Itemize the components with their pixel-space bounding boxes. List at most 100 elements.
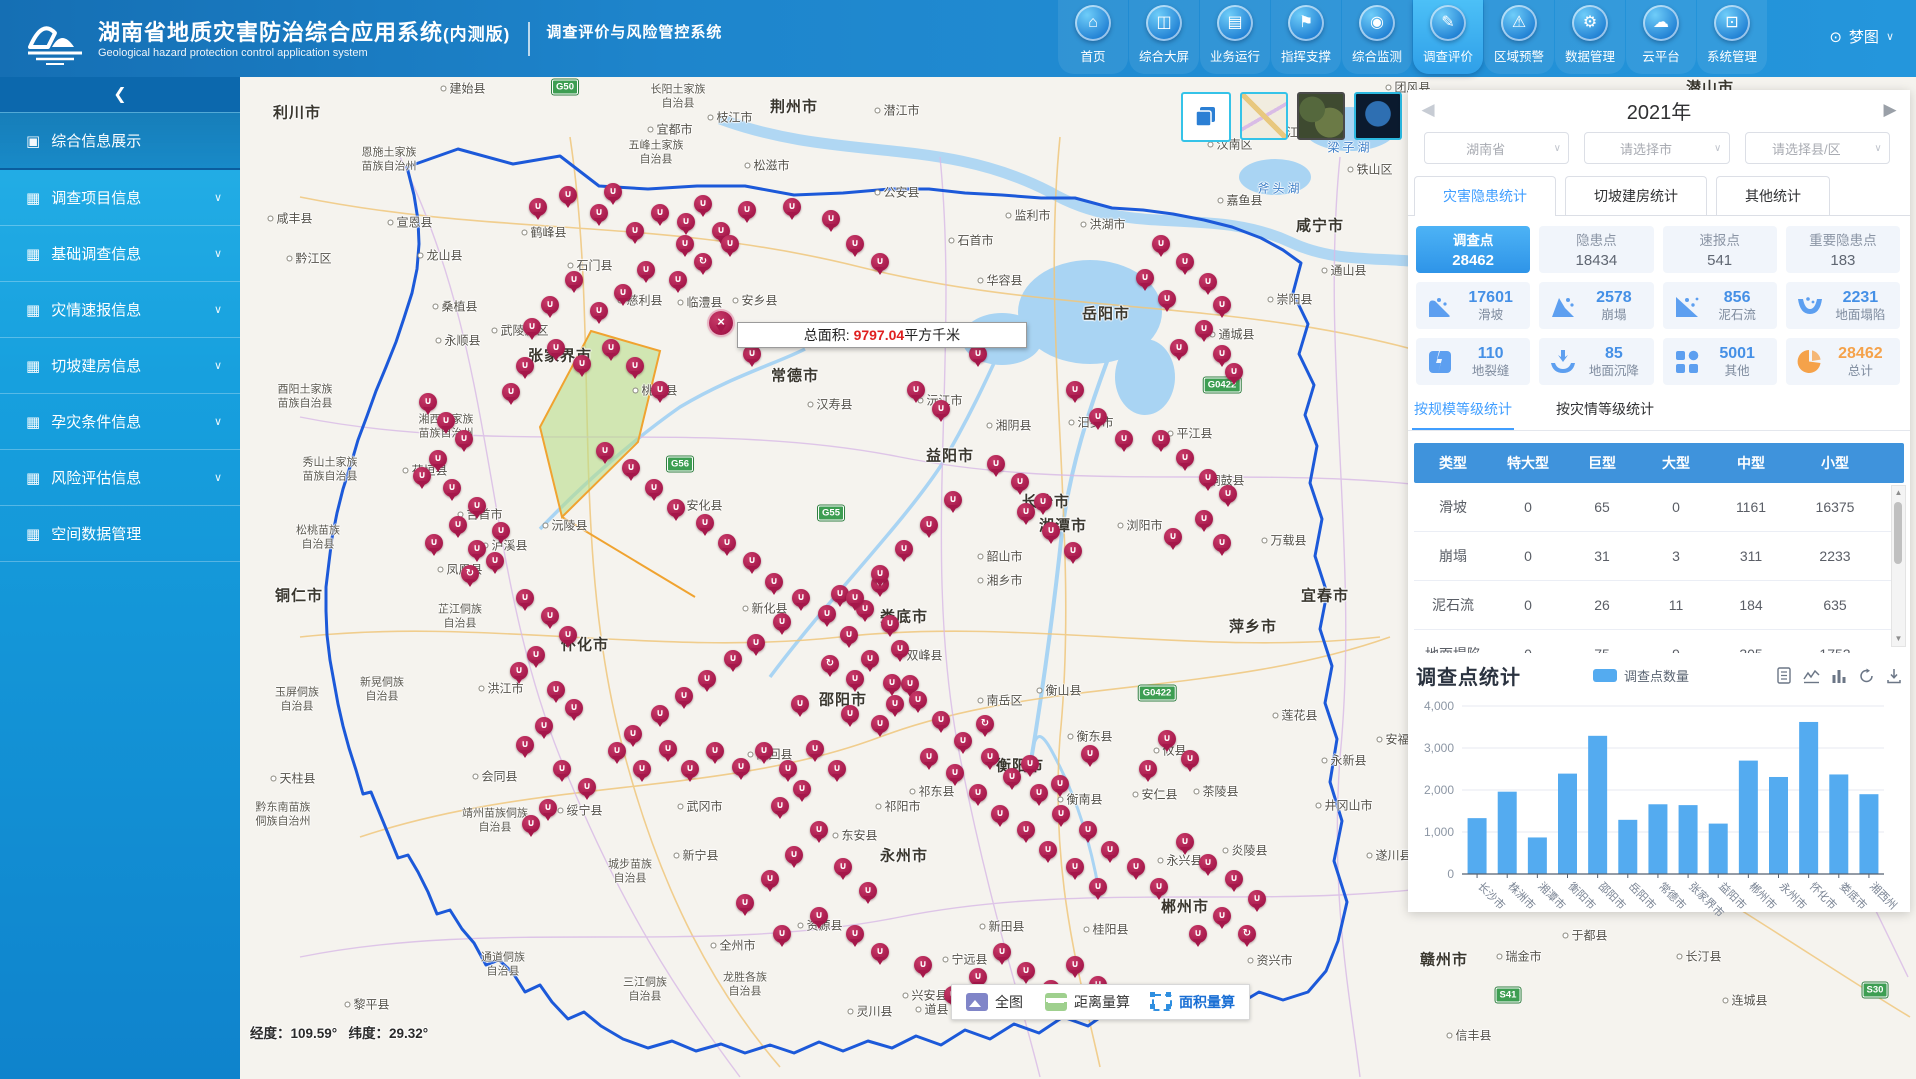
stat-card-其他[interactable]: 5001其他 [1663,338,1777,385]
bar-永州市[interactable] [1769,777,1788,874]
hazard-point-marker[interactable]: ∪ [468,497,486,515]
hazard-point-marker[interactable]: ∪ [840,626,858,644]
hazard-point-marker[interactable]: ∪ [502,383,520,401]
hazard-point-marker[interactable]: ∪ [1042,522,1060,540]
hazard-point-marker[interactable]: ∪ [1066,956,1084,974]
hazard-point-marker[interactable]: ∪ [602,339,620,357]
hazard-point-marker[interactable]: ∪ [743,552,761,570]
hazard-point-marker[interactable]: ∪ [645,479,663,497]
refresh-icon[interactable] [1858,668,1875,684]
hazard-point-marker[interactable]: ∪ [419,393,437,411]
hazard-point-marker[interactable]: ∪ [1152,430,1170,448]
hazard-point-marker[interactable]: ∪ [1066,858,1084,876]
hazard-point-marker[interactable]: ∪ [1176,833,1194,851]
hazard-point-marker[interactable]: ∪ [944,491,962,509]
sidebar-item-空间数据管理[interactable]: ▦空间数据管理 [0,506,240,562]
bar-郴州市[interactable] [1739,761,1758,874]
hazard-point-marker[interactable]: ∪ [920,516,938,534]
bar-娄底市[interactable] [1829,774,1848,874]
hazard-point-marker[interactable]: ∪ [578,778,596,796]
hazard-point-marker[interactable]: ∪ [907,381,925,399]
hazard-point-marker[interactable]: ∪ [1176,449,1194,467]
hazard-point-marker[interactable]: ∪ [932,400,950,418]
hazard-point-marker[interactable]: ↻ [821,655,839,673]
hazard-point-marker[interactable]: ∪ [651,381,669,399]
hazard-point-marker[interactable]: ∪ [1213,296,1231,314]
sidebar-item-综合信息展示[interactable]: ▣综合信息展示 [0,112,240,170]
stat-card-速报点[interactable]: 速报点541 [1663,226,1777,273]
stat-card-崩塌[interactable]: 2578崩塌 [1539,282,1653,329]
hazard-point-marker[interactable]: ∪ [468,540,486,558]
hazard-point-marker[interactable]: ∪ [677,213,695,231]
hazard-point-marker[interactable]: ∪ [846,925,864,943]
hazard-point-marker[interactable]: ∪ [871,943,889,961]
hazard-point-marker[interactable]: ∪ [547,681,565,699]
hazard-point-marker[interactable]: ∪ [1003,768,1021,786]
hazard-point-marker[interactable]: ∪ [785,846,803,864]
hazard-point-marker[interactable]: ∪ [694,195,712,213]
table-scrollbar[interactable]: ▲ ▼ [1891,485,1906,647]
nav-item-业务运行[interactable]: ▤业务运行 [1200,0,1270,74]
hazard-point-marker[interactable]: ∪ [437,412,455,430]
hazard-point-marker[interactable]: ↻ [1238,925,1256,943]
hazard-point-marker[interactable]: ∪ [1017,962,1035,980]
nav-item-数据管理[interactable]: ⚙数据管理 [1555,0,1625,74]
nav-item-首页[interactable]: ⌂首页 [1058,0,1128,74]
hazard-point-marker[interactable]: ∪ [810,821,828,839]
hazard-point-marker[interactable]: ∪ [755,742,773,760]
stat-card-重要隐患点[interactable]: 重要隐患点183 [1786,226,1900,273]
hazard-point-marker[interactable]: ∪ [596,442,614,460]
subtab-按规模等级统计[interactable]: 按规模等级统计 [1412,399,1514,430]
hazard-point-marker[interactable]: ∪ [1213,345,1231,363]
hazard-point-marker[interactable]: ∪ [1052,805,1070,823]
hazard-point-marker[interactable]: ∪ [738,201,756,219]
hazard-point-marker[interactable]: ∪ [920,748,938,766]
hazard-point-marker[interactable]: ∪ [991,805,1009,823]
map-tool-距离量算[interactable]: 距离量算 [1045,992,1130,1012]
bar-湘西州[interactable] [1859,794,1878,874]
stat-card-调查点[interactable]: 调查点28462 [1416,226,1530,273]
hazard-point-marker[interactable]: ∪ [793,780,811,798]
hazard-point-marker[interactable]: ∪ [779,760,797,778]
hazard-point-marker[interactable]: ∪ [1011,473,1029,491]
hazard-point-marker[interactable]: ∪ [523,318,541,336]
hazard-point-marker[interactable]: ∪ [818,605,836,623]
hazard-point-marker[interactable]: ∪ [1213,534,1231,552]
hazard-point-marker[interactable]: ∪ [1158,730,1176,748]
hazard-point-marker[interactable]: ∪ [783,198,801,216]
street-basemap-thumbnail[interactable] [1240,92,1288,140]
hazard-point-marker[interactable]: ∪ [516,357,534,375]
hazard-point-marker[interactable]: ∪ [871,715,889,733]
hazard-point-marker[interactable]: ∪ [1017,821,1035,839]
hazard-point-marker[interactable]: ∪ [721,235,739,253]
hazard-point-marker[interactable]: ∪ [1181,750,1199,768]
hazard-point-marker[interactable]: ∪ [527,646,545,664]
stat-card-滑坡[interactable]: 17601滑坡 [1416,282,1530,329]
nav-item-指挥支撑[interactable]: ⚑指挥支撑 [1271,0,1341,74]
hazard-point-marker[interactable]: ∪ [637,261,655,279]
hazard-point-marker[interactable]: ∪ [1219,485,1237,503]
data-view-icon[interactable] [1776,667,1792,684]
hazard-point-marker[interactable]: ∪ [732,758,750,776]
hazard-point-marker[interactable]: ∪ [1017,503,1035,521]
hazard-point-marker[interactable]: ∪ [573,355,591,373]
hazard-point-marker[interactable]: ∪ [1089,878,1107,896]
scroll-down-icon[interactable]: ▼ [1892,633,1905,645]
nav-item-系统管理[interactable]: ⊡系统管理 [1697,0,1767,74]
bar-邵阳市[interactable] [1588,736,1607,874]
sidebar-item-调查项目信息[interactable]: ▦调查项目信息∨ [0,170,240,226]
stat-card-泥石流[interactable]: 856泥石流 [1663,282,1777,329]
hazard-point-marker[interactable]: ∪ [590,204,608,222]
hazard-point-marker[interactable]: ∪ [1101,841,1119,859]
hazard-point-marker[interactable]: ∪ [834,858,852,876]
hazard-point-marker[interactable]: ∪ [861,650,879,668]
satellite-basemap-thumbnail[interactable] [1297,92,1345,140]
hazard-point-marker[interactable]: ∪ [1199,273,1217,291]
hazard-point-marker[interactable]: ∪ [724,650,742,668]
hazard-point-marker[interactable]: ∪ [1079,821,1097,839]
hazard-point-marker[interactable]: ∪ [486,552,504,570]
hazard-point-marker[interactable]: ∪ [529,198,547,216]
hazard-point-marker[interactable]: ∪ [541,607,559,625]
hazard-point-marker[interactable]: ∪ [810,907,828,925]
layers-icon[interactable] [1181,92,1231,142]
